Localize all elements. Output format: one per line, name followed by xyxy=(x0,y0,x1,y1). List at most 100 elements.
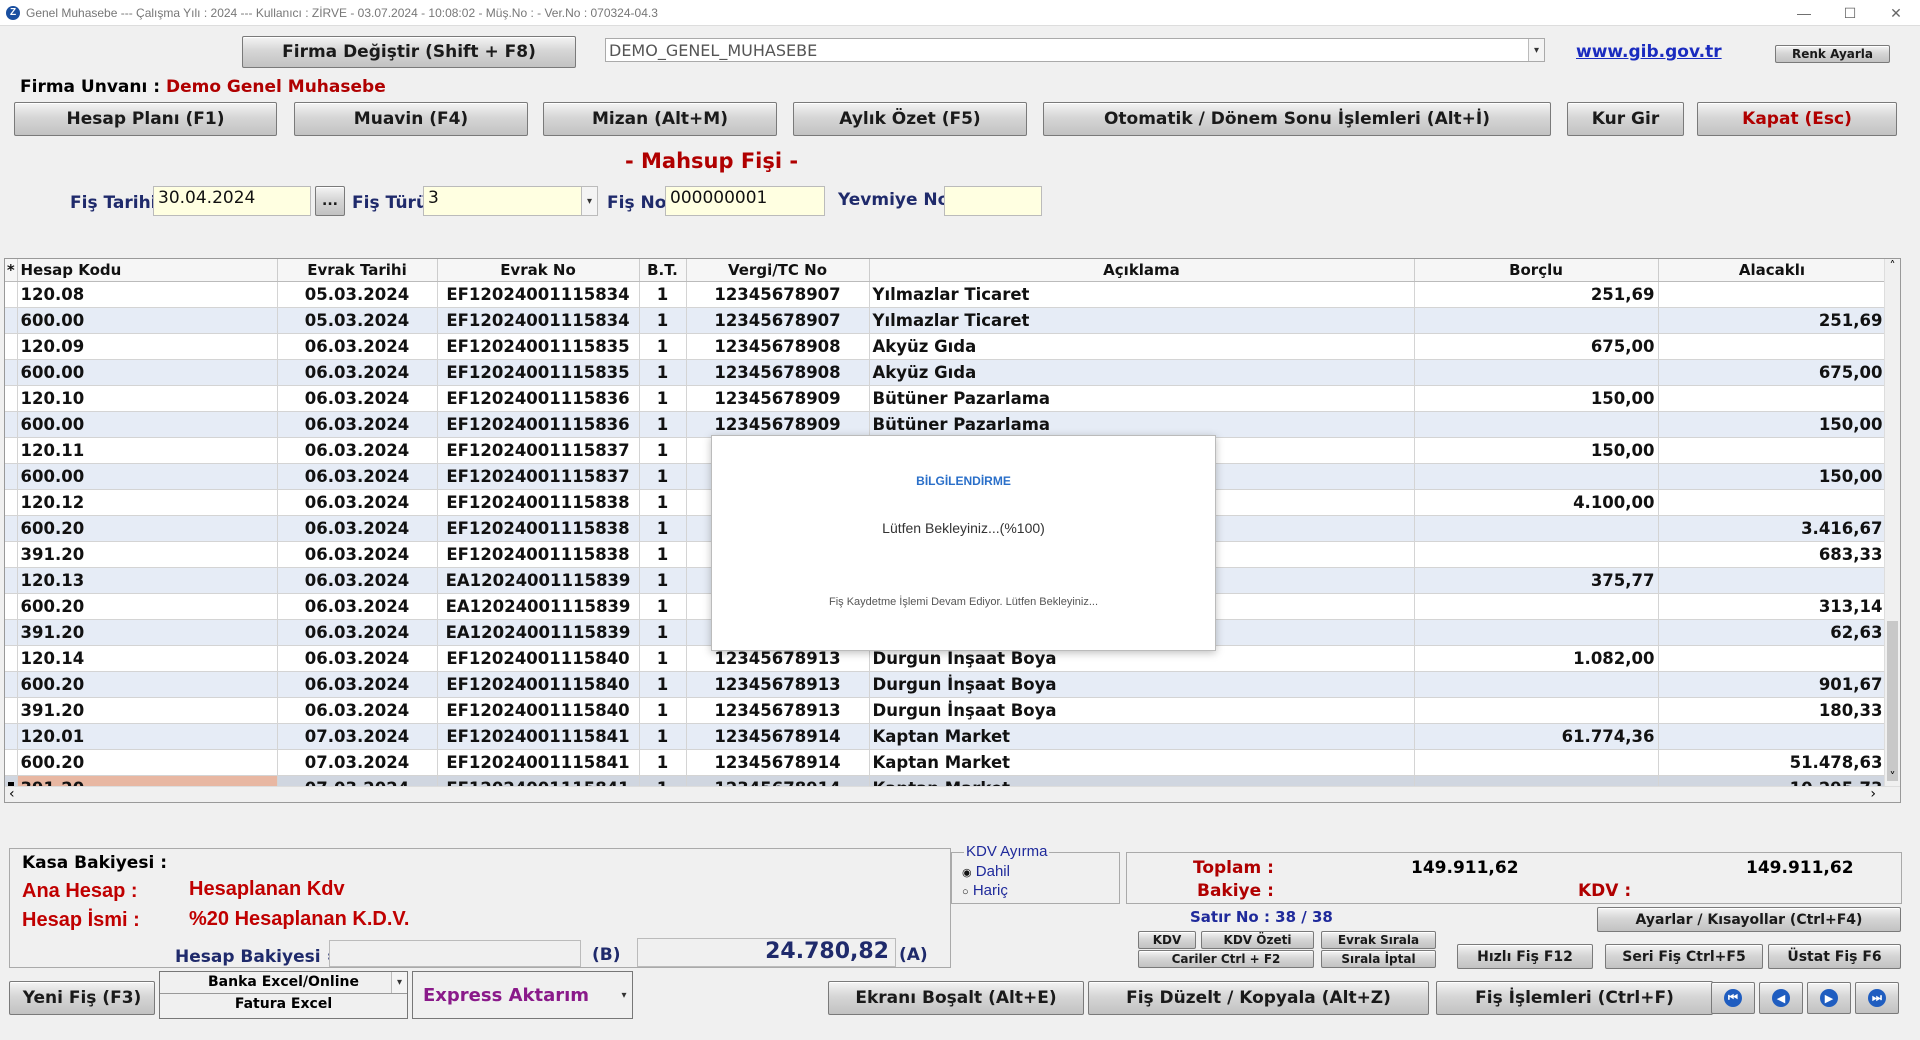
cell-alacakli[interactable]: 251,69 xyxy=(1658,307,1887,334)
table-row[interactable]: 600.00 06.03.2024 EF12024001115836 1 1234567… xyxy=(5,411,1887,438)
cell-evrak-no[interactable]: EF12024001115841 xyxy=(437,723,640,750)
cell-hesap-kodu[interactable]: 120.12 xyxy=(17,489,278,516)
cell-vergi-tc-no[interactable]: 12345678909 xyxy=(686,411,870,438)
cell-bt[interactable]: 1 xyxy=(639,307,687,334)
cell-alacakli[interactable] xyxy=(1658,385,1887,412)
column-header[interactable]: Alacaklı xyxy=(1658,259,1887,282)
cell-hesap-kodu[interactable]: 600.20 xyxy=(17,671,278,698)
radio-unchecked-icon[interactable]: ○ xyxy=(962,886,969,898)
cell-evrak-tarihi[interactable]: 06.03.2024 xyxy=(277,463,438,490)
yevmiye-no-field[interactable] xyxy=(944,186,1042,216)
cell-hesap-kodu[interactable]: 600.00 xyxy=(17,463,278,490)
cell-borclu[interactable] xyxy=(1414,697,1659,724)
cell-bt[interactable]: 1 xyxy=(639,411,687,438)
row-indicator[interactable] xyxy=(5,671,18,698)
cell-borclu[interactable] xyxy=(1414,463,1659,490)
row-indicator[interactable] xyxy=(5,437,18,464)
cell-borclu[interactable] xyxy=(1414,307,1659,334)
fis-tarihi-field[interactable]: 30.04.2024 xyxy=(153,186,311,216)
table-row[interactable]: 600.20 06.03.2024 EF12024001115840 1 1234567… xyxy=(5,671,1887,698)
cell-borclu[interactable] xyxy=(1414,359,1659,386)
cell-hesap-kodu[interactable]: 391.20 xyxy=(17,697,278,724)
cell-borclu[interactable] xyxy=(1414,411,1659,438)
fis-no-field[interactable]: 000000001 xyxy=(665,186,825,216)
row-indicator[interactable] xyxy=(5,411,18,438)
scroll-up-icon[interactable]: ˄ xyxy=(1885,259,1900,273)
previous-record-button[interactable]: ◀ xyxy=(1759,982,1803,1014)
row-indicator[interactable] xyxy=(5,749,18,776)
hesap-plani-button[interactable]: Hesap Planı (F1) xyxy=(14,102,277,136)
cell-borclu[interactable]: 61.774,36 xyxy=(1414,723,1659,750)
cell-bt[interactable]: 1 xyxy=(639,645,687,672)
cell-alacakli[interactable]: 51.478,63 xyxy=(1658,749,1887,776)
hizli-fis-button[interactable]: Hızlı Fiş F12 xyxy=(1457,944,1593,969)
cell-alacakli[interactable]: 150,00 xyxy=(1658,411,1887,438)
fis-turu-combo[interactable]: 3 ▾ xyxy=(423,186,598,216)
cell-hesap-kodu[interactable]: 391.20 xyxy=(17,619,278,646)
cell-bt[interactable]: 1 xyxy=(639,515,687,542)
cell-vergi-tc-no[interactable]: 12345678914 xyxy=(686,749,870,776)
cell-aciklama[interactable]: Yılmazlar Ticaret xyxy=(869,281,1415,308)
cariler-button[interactable]: Cariler Ctrl + F2 xyxy=(1138,950,1314,968)
cell-hesap-kodu[interactable]: 600.00 xyxy=(17,307,278,334)
cell-aciklama[interactable]: Kaptan Market xyxy=(869,723,1415,750)
cell-hesap-kodu[interactable]: 120.01 xyxy=(17,723,278,750)
vertical-scrollbar[interactable]: ˄ ˅ xyxy=(1884,259,1900,802)
muavin-button[interactable]: Muavin (F4) xyxy=(294,102,528,136)
cell-hesap-kodu[interactable]: 391.20 xyxy=(17,541,278,568)
scroll-right-icon[interactable]: › xyxy=(1870,786,1876,802)
evrak-sirala-button[interactable]: Evrak Sırala xyxy=(1321,931,1436,949)
express-aktarim-combo[interactable]: Express Aktarım ▾ xyxy=(412,971,633,1019)
cell-evrak-no[interactable]: EF12024001115841 xyxy=(437,749,640,776)
row-indicator[interactable] xyxy=(5,281,18,308)
cell-alacakli[interactable]: 313,14 xyxy=(1658,593,1887,620)
cell-vergi-tc-no[interactable]: 12345678914 xyxy=(686,723,870,750)
cell-borclu[interactable]: 1.082,00 xyxy=(1414,645,1659,672)
kdv-button[interactable]: KDV xyxy=(1138,931,1196,949)
row-indicator[interactable] xyxy=(5,385,18,412)
scroll-left-icon[interactable]: ‹ xyxy=(9,786,15,802)
cell-borclu[interactable]: 150,00 xyxy=(1414,437,1659,464)
cell-bt[interactable]: 1 xyxy=(639,723,687,750)
row-indicator[interactable] xyxy=(5,567,18,594)
cell-evrak-tarihi[interactable]: 05.03.2024 xyxy=(277,307,438,334)
cell-evrak-tarihi[interactable]: 06.03.2024 xyxy=(277,645,438,672)
row-indicator[interactable] xyxy=(5,489,18,516)
cell-evrak-no[interactable]: EF12024001115835 xyxy=(437,359,640,386)
cell-aciklama[interactable]: Durgun İnşaat Boya xyxy=(869,697,1415,724)
chevron-down-icon[interactable]: ▾ xyxy=(391,972,407,993)
cell-bt[interactable]: 1 xyxy=(639,593,687,620)
ustat-fis-button[interactable]: Üstat Fiş F6 xyxy=(1768,944,1901,969)
cell-evrak-no[interactable]: EA12024001115839 xyxy=(437,593,640,620)
fis-islemleri-button[interactable]: Fiş İşlemleri (Ctrl+F) xyxy=(1436,981,1713,1015)
cell-evrak-no[interactable]: EF12024001115837 xyxy=(437,437,640,464)
cell-evrak-no[interactable]: EF12024001115834 xyxy=(437,281,640,308)
cell-hesap-kodu[interactable]: 600.00 xyxy=(17,359,278,386)
fis-duzelt-button[interactable]: Fiş Düzelt / Kopyala (Alt+Z) xyxy=(1088,981,1429,1015)
cell-hesap-kodu[interactable]: 120.13 xyxy=(17,567,278,594)
cell-evrak-tarihi[interactable]: 06.03.2024 xyxy=(277,671,438,698)
cell-borclu[interactable]: 4.100,00 xyxy=(1414,489,1659,516)
chevron-down-icon[interactable]: ▾ xyxy=(616,972,632,1018)
chevron-down-icon[interactable]: ▾ xyxy=(581,187,597,215)
otomatik-islemler-button[interactable]: Otomatik / Dönem Sonu İşlemleri (Alt+İ) xyxy=(1043,102,1551,136)
cell-alacakli[interactable]: 675,00 xyxy=(1658,359,1887,386)
cell-hesap-kodu[interactable]: 600.20 xyxy=(17,749,278,776)
sirala-iptal-button[interactable]: Sırala İptal xyxy=(1321,950,1436,968)
maximize-button[interactable]: ☐ xyxy=(1827,0,1873,26)
column-header[interactable]: Vergi/TC No xyxy=(686,259,870,282)
cell-bt[interactable]: 1 xyxy=(639,385,687,412)
table-row[interactable]: 120.01 07.03.2024 EF12024001115841 1 1234567… xyxy=(5,723,1887,750)
next-record-button[interactable]: ▶ xyxy=(1807,982,1851,1014)
cell-hesap-kodu[interactable]: 120.14 xyxy=(17,645,278,672)
cell-evrak-no[interactable]: EF12024001115840 xyxy=(437,645,640,672)
row-indicator[interactable] xyxy=(5,723,18,750)
dahil-radio[interactable]: ◉ Dahil xyxy=(962,863,1010,880)
cell-evrak-no[interactable]: EF12024001115834 xyxy=(437,307,640,334)
row-indicator[interactable] xyxy=(5,515,18,542)
cell-evrak-tarihi[interactable]: 07.03.2024 xyxy=(277,723,438,750)
cell-evrak-no[interactable]: EF12024001115838 xyxy=(437,515,640,542)
cell-vergi-tc-no[interactable]: 12345678913 xyxy=(686,671,870,698)
cell-evrak-tarihi[interactable]: 06.03.2024 xyxy=(277,515,438,542)
cell-alacakli[interactable]: 683,33 xyxy=(1658,541,1887,568)
